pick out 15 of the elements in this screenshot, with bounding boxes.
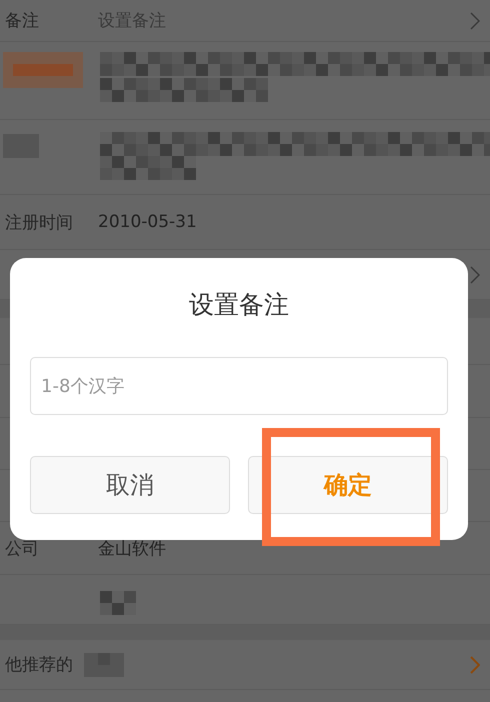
row-value: 金山软件 <box>98 538 166 560</box>
row-value: 2010-05-31 <box>98 212 197 232</box>
row-label: 备注 <box>5 10 39 32</box>
dialog-title: 设置备注 <box>188 289 290 321</box>
blurred-block <box>84 652 124 676</box>
chevron-icon[interactable] <box>470 266 480 284</box>
row-label[interactable]: 他推荐的 <box>5 653 73 676</box>
blurred-block <box>100 591 136 615</box>
confirm-button[interactable]: 确定 <box>248 456 448 514</box>
chevron-icon[interactable] <box>470 656 480 674</box>
cancel-button[interactable]: 取消 <box>30 456 230 514</box>
row-label: 注册时间 <box>5 212 73 234</box>
row-label: 公司 <box>5 538 39 560</box>
chevron-icon[interactable] <box>470 12 480 30</box>
remark-input-field[interactable]: 1-8个汉字 <box>30 357 448 415</box>
